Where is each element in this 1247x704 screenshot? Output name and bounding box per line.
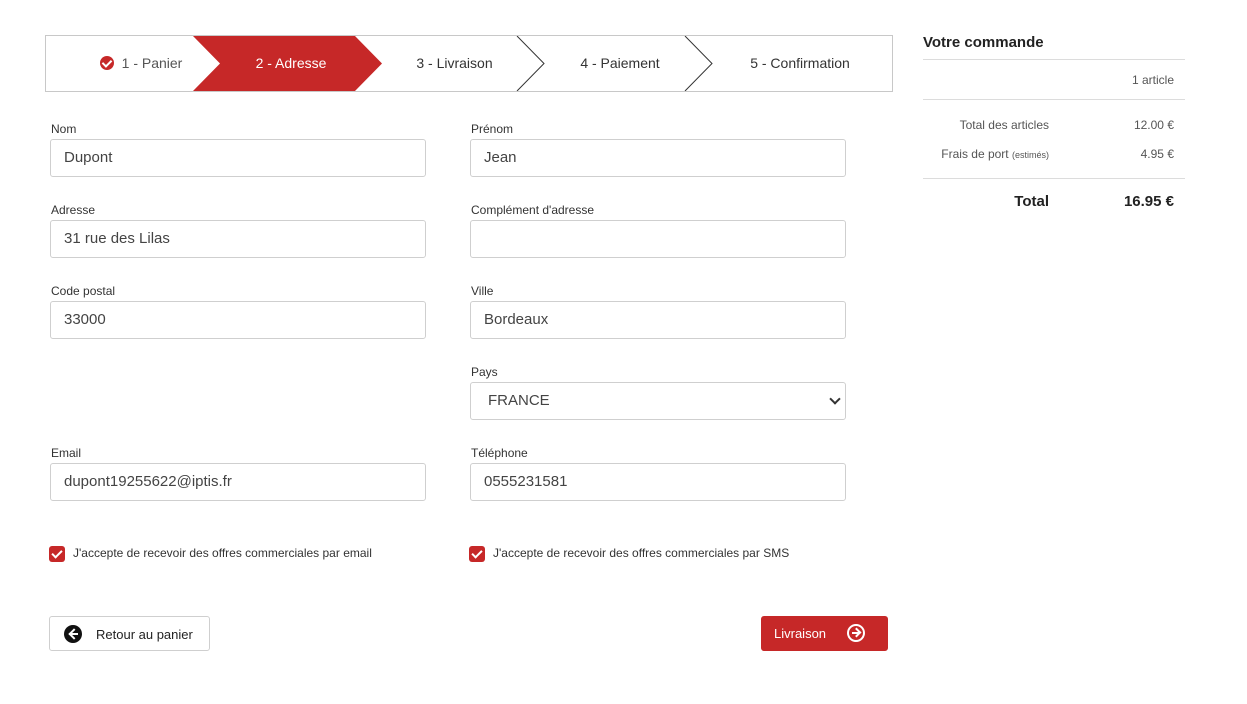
step-livraison: 3 - Livraison [382, 36, 527, 91]
optin-sms-checkbox[interactable] [469, 546, 485, 562]
order-summary-title: Votre commande [923, 34, 1044, 51]
nom-label: Nom [51, 122, 77, 136]
pays-select[interactable]: FRANCE [470, 382, 846, 420]
step-paiement: 4 - Paiement [544, 36, 696, 91]
prenom-label: Prénom [471, 122, 514, 136]
code-postal-input[interactable]: 33000 [50, 301, 426, 339]
step-label: 3 - Livraison [416, 55, 493, 71]
optin-sms-label[interactable]: J'accepte de recevoir des offres commerc… [493, 546, 789, 560]
chevron-down-icon [829, 393, 841, 405]
pays-selected-value: FRANCE [488, 392, 550, 409]
complement-label: Complément d'adresse [471, 203, 595, 217]
step-label: 4 - Paiement [580, 55, 660, 71]
divider [923, 178, 1185, 179]
optin-email-checkbox[interactable] [49, 546, 65, 562]
total-label: Total [1014, 193, 1049, 210]
shipping-label: Frais de port (estimés) [941, 147, 1049, 161]
prenom-input[interactable]: Jean [470, 139, 846, 177]
step-adresse[interactable]: 2 - Adresse [220, 36, 362, 91]
email-label: Email [51, 446, 82, 460]
step-label: 2 - Adresse [255, 55, 327, 71]
step-confirmation: 5 - Confirmation [712, 36, 888, 91]
email-input[interactable]: dupont19255622@iptis.fr [50, 463, 426, 501]
step-label: 5 - Confirmation [750, 55, 850, 71]
code-postal-label: Code postal [51, 284, 116, 298]
ville-input[interactable]: Bordeaux [470, 301, 846, 339]
back-button-label: Retour au panier [96, 627, 193, 642]
adresse-label: Adresse [51, 203, 96, 217]
items-total-label: Total des articles [959, 118, 1049, 132]
step-label: 1 - Panier [121, 55, 183, 71]
step-panier[interactable]: 1 - Panier [46, 36, 236, 91]
checkout-stepper: 1 - Panier 2 - Adresse 3 - Livraison 4 -… [45, 35, 893, 92]
arrow-left-circle-icon [64, 625, 82, 643]
total-value: 16.95 € [1123, 193, 1174, 210]
next-button-label: Livraison [774, 626, 827, 641]
livraison-button[interactable]: Livraison [761, 616, 888, 651]
shipping-note: (estimés) [1011, 150, 1049, 160]
ville-label: Ville [471, 284, 494, 298]
back-to-cart-button[interactable]: Retour au panier [49, 616, 210, 651]
shipping-label-text: Frais de port [941, 147, 1009, 161]
nom-input[interactable]: Dupont [50, 139, 426, 177]
article-count: 1 article [1131, 73, 1174, 87]
items-total-value: 12.00 € [1133, 118, 1174, 132]
adresse-input[interactable]: 31 rue des Lilas [50, 220, 426, 258]
divider [923, 59, 1185, 60]
complement-input[interactable] [470, 220, 846, 258]
telephone-label: Téléphone [471, 446, 528, 460]
pays-label: Pays [471, 365, 498, 379]
divider [923, 99, 1185, 100]
optin-email-label[interactable]: J'accepte de recevoir des offres commerc… [73, 546, 372, 560]
arrow-right-circle-icon [847, 624, 865, 642]
shipping-value: 4.95 € [1140, 147, 1174, 161]
telephone-input[interactable]: 0555231581 [470, 463, 846, 501]
check-circle-icon [99, 56, 114, 70]
